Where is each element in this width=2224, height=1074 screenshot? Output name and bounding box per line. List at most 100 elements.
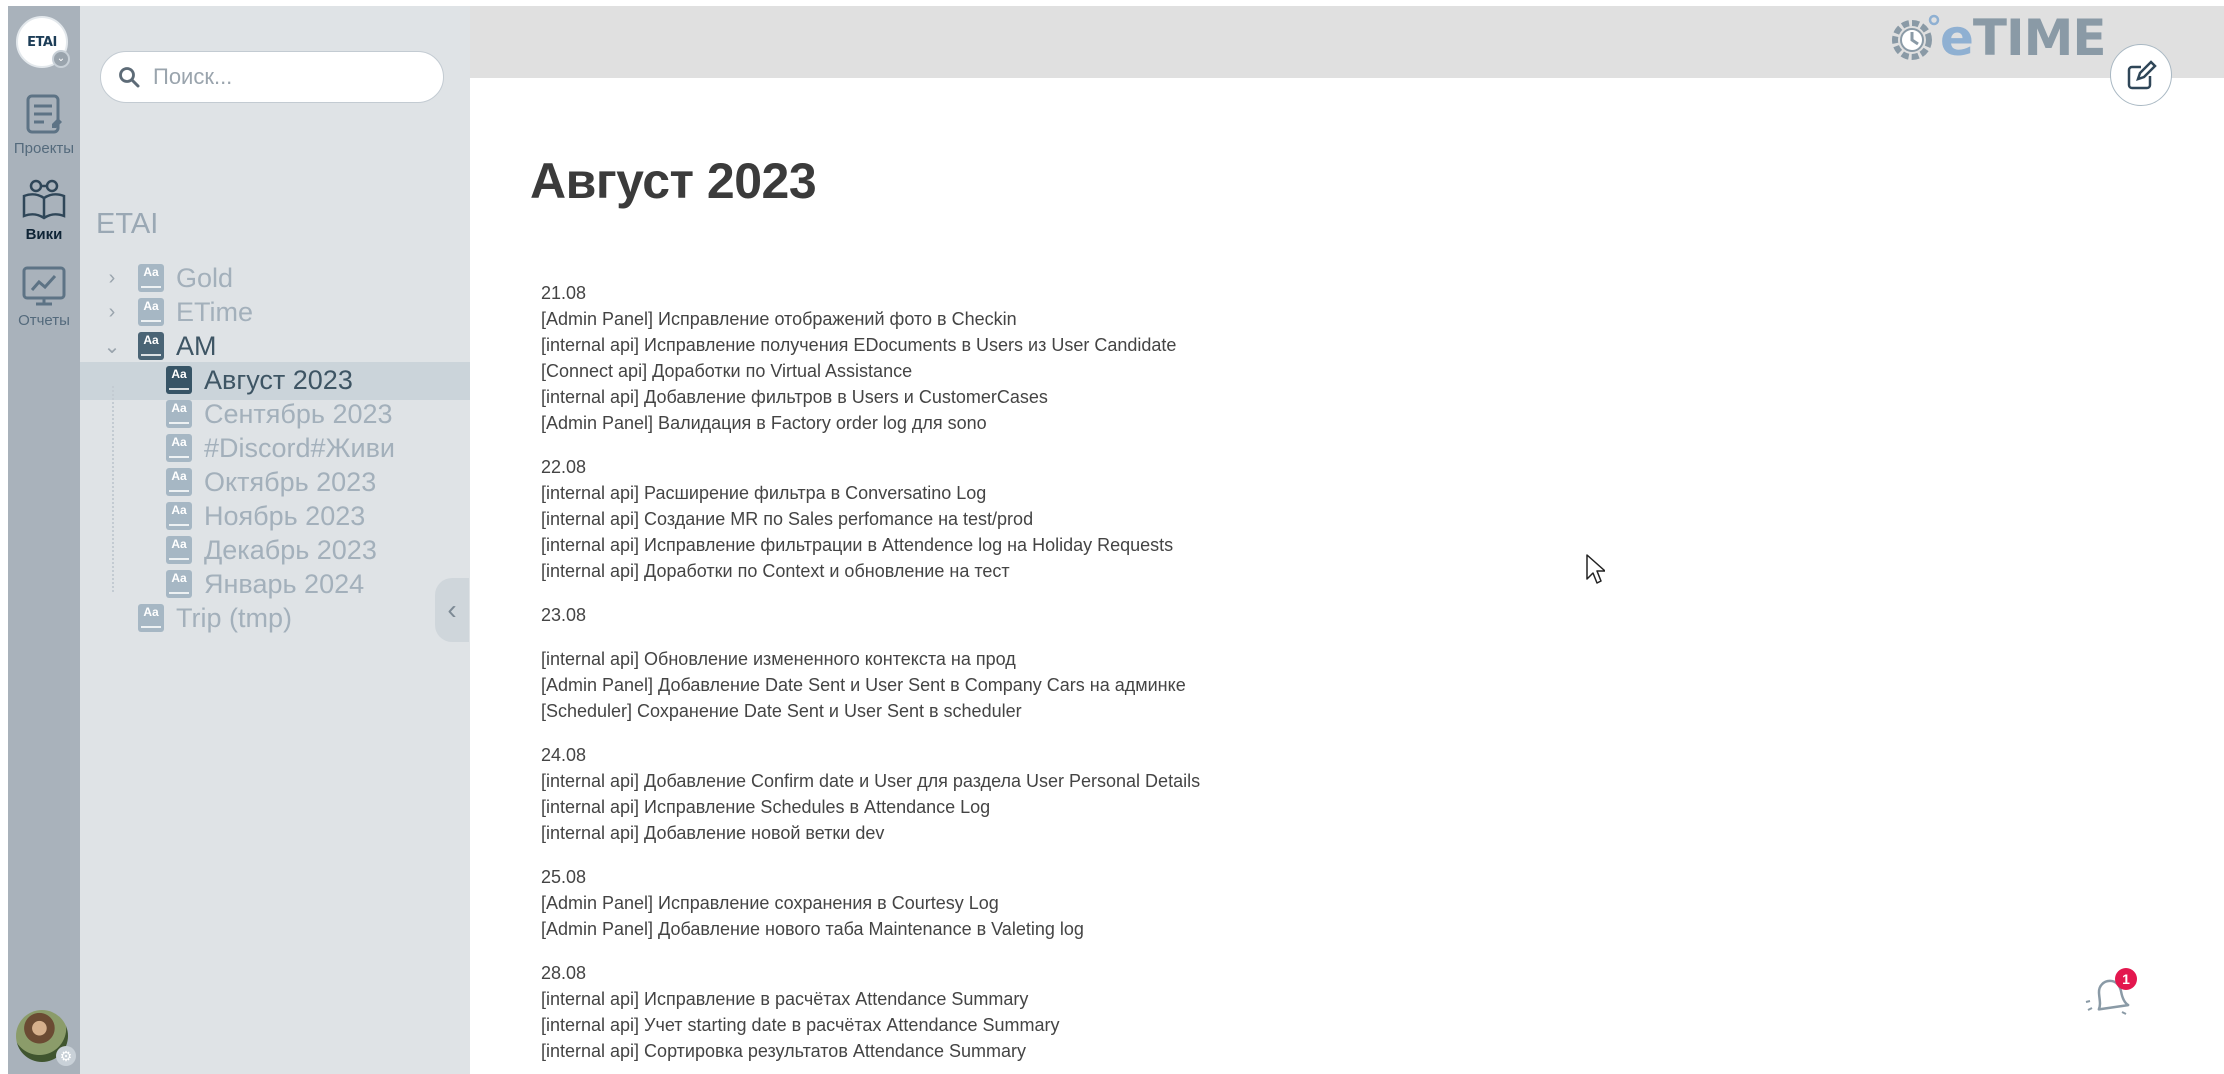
- tree-item-label: Январь 2024: [204, 568, 365, 599]
- day-block: 23.08 [internal api] Обновление измененн…: [541, 602, 1741, 724]
- entry-line: [Connect api] Доработки по Virtual Assis…: [541, 361, 913, 381]
- space-title: ETAI: [96, 208, 159, 240]
- workspace-switch-icon[interactable]: ⌄: [52, 50, 70, 68]
- entry-line: [internal api] Расширение фильтра в Conv…: [541, 483, 987, 503]
- tree-item-label: Сентябрь 2023: [204, 398, 393, 429]
- tree-item-august-2023[interactable]: Aa Август 2023: [166, 363, 353, 397]
- tree-item-label: Октябрь 2023: [204, 466, 377, 497]
- tree-item-etime[interactable]: ›: [102, 295, 122, 329]
- day-date: 23.08: [541, 605, 587, 625]
- day-block: 22.08 [internal api] Расширение фильтра …: [541, 454, 1741, 584]
- brand-name: eTIME: [1940, 9, 2107, 67]
- tree-item-december-2023[interactable]: Aa Декабрь 2023: [166, 533, 377, 567]
- entry-line: [internal api] Сортировка результатов At…: [541, 1041, 1026, 1061]
- collapse-sidebar-button[interactable]: ‹: [435, 578, 469, 642]
- page-icon: Aa: [166, 502, 192, 530]
- page-icon: Aa: [166, 434, 192, 462]
- tree-item-gold-link[interactable]: Aa Gold: [138, 261, 233, 295]
- page-icon: Aa: [138, 298, 164, 326]
- search-icon: [119, 67, 140, 88]
- entry-line: [Admin Panel] Валидация в Factory order …: [541, 413, 987, 433]
- page-icon: Aa: [166, 468, 192, 496]
- clock-gear-icon: [1892, 14, 1940, 60]
- day-date: 21.08: [541, 283, 587, 303]
- tree-item-discord[interactable]: Aa #Discord#Живи: [166, 431, 395, 465]
- entry-line: [internal api] Добавление новой ветки de…: [541, 823, 885, 843]
- brand-logo: eTIME: [1884, 9, 2107, 67]
- search-input[interactable]: [153, 64, 423, 90]
- tree-item-label: Ноябрь 2023: [204, 500, 366, 531]
- rail-label-wiki: Вики: [25, 226, 63, 243]
- entry-line: [Admin Panel] Добавление Date Sent и Use…: [541, 675, 1186, 695]
- day-date: 22.08: [541, 457, 587, 477]
- page-icon: Aa: [138, 264, 164, 292]
- wiki-icon: [22, 179, 66, 220]
- entry-line: [internal api] Исправление фильтрации в …: [541, 535, 1174, 555]
- mouse-cursor-icon: [1586, 554, 1605, 584]
- page-title: Август 2023: [530, 153, 817, 209]
- entry-line: [internal api] Обновление измененного ко…: [541, 649, 1016, 669]
- entry-line: [Scheduler] Сохранение Date Sent и User …: [541, 701, 1022, 721]
- tree-item-label: AM: [176, 330, 217, 361]
- day-block: 21.08 [Admin Panel] Исправление отображе…: [541, 280, 1741, 436]
- chevron-left-icon: ‹: [447, 594, 457, 625]
- page-body: 21.08 [Admin Panel] Исправление отображе…: [541, 280, 1741, 1074]
- tree-item-am-link[interactable]: Aa AM: [138, 329, 217, 363]
- entry-line: [Admin Panel] Исправление отображений фо…: [541, 309, 1017, 329]
- left-rail: ETAI ⌄ Проекты Вики Отчеты ⚙: [8, 6, 80, 1074]
- page-icon: Aa: [166, 570, 192, 598]
- chevron-down-icon[interactable]: ⌄: [102, 334, 122, 359]
- day-block: 24.08 [internal api] Добавление Confirm …: [541, 742, 1741, 846]
- entry-line: [Admin Panel] Исправление сохранения в C…: [541, 893, 999, 913]
- entry-line: [internal api] Исправление Schedules в A…: [541, 797, 991, 817]
- entry-line: [internal api] Создание MR по Sales perf…: [541, 509, 1034, 529]
- tree-item-label: Декабрь 2023: [204, 534, 377, 565]
- tree-item-september-2023[interactable]: Aa Сентябрь 2023: [166, 397, 393, 431]
- notification-badge: 1: [2115, 968, 2137, 990]
- rail-label-reports: Отчеты: [18, 312, 70, 329]
- tree-item-november-2023[interactable]: Aa Ноябрь 2023: [166, 499, 365, 533]
- search-box[interactable]: [100, 51, 444, 103]
- entry-line: [Admin Panel] Добавление нового таба Mai…: [541, 919, 1084, 939]
- tree-item-october-2023[interactable]: Aa Октябрь 2023: [166, 465, 376, 499]
- wiki-sidebar: ETAI › Aa Gold › Aa ETime ⌄ Aa AM Aa Авг…: [80, 6, 470, 1074]
- tree-item-label: Gold: [176, 262, 234, 293]
- day-block: 28.08 [internal api] Исправление в расчё…: [541, 960, 1741, 1064]
- entry-line: [internal api] Добавление фильтров в Use…: [541, 387, 1048, 407]
- day-date: 28.08: [541, 963, 587, 983]
- entry-line: [internal api] Доработки по Context и об…: [541, 561, 1010, 581]
- entry-line: [internal api] Добавление Confirm date и…: [541, 771, 1201, 791]
- entry-line: [internal api] Исправление в расчётах At…: [541, 989, 1029, 1009]
- page-icon: Aa: [138, 604, 164, 632]
- reports-icon: [22, 266, 66, 306]
- rail-item-reports[interactable]: Отчеты: [8, 262, 80, 329]
- page-icon: Aa: [138, 332, 164, 360]
- tree-item-label: #Discord#Живи: [204, 432, 395, 463]
- entry-line: [internal api] Исправление получения EDo…: [541, 335, 1177, 355]
- tree-item-january-2024[interactable]: Aa Январь 2024: [166, 567, 364, 601]
- tree-item-am[interactable]: ⌄: [102, 329, 122, 363]
- workspace-logo[interactable]: ETAI ⌄: [16, 16, 70, 68]
- tree-item-label: Trip (tmp): [176, 602, 292, 633]
- day-date: 25.08: [541, 867, 587, 887]
- page-icon: Aa: [166, 536, 192, 564]
- page-icon: Aa: [166, 366, 192, 394]
- app-window: ETAI ⌄ Проекты Вики Отчеты ⚙ Поиск... ET…: [0, 0, 2224, 1074]
- gear-icon[interactable]: ⚙: [56, 1046, 76, 1066]
- rail-item-wiki[interactable]: Вики: [8, 176, 80, 243]
- tree-item-gold[interactable]: ›: [102, 261, 122, 295]
- rail-item-projects[interactable]: Проекты: [8, 90, 80, 157]
- logo-text: ETAI: [27, 34, 57, 50]
- tree-guide-line: [112, 386, 114, 592]
- day-date: 24.08: [541, 745, 587, 765]
- day-block: 25.08 [Admin Panel] Исправление сохранен…: [541, 864, 1741, 942]
- chevron-right-icon[interactable]: ›: [102, 267, 122, 290]
- tree-item-label: ETime: [176, 296, 254, 327]
- rail-label-projects: Проекты: [13, 140, 75, 157]
- page-icon: Aa: [166, 400, 192, 428]
- chevron-right-icon[interactable]: ›: [102, 301, 122, 324]
- page-content: Август 2023 21.08 [Admin Panel] Исправле…: [470, 78, 2224, 1074]
- tree-item-trip[interactable]: Aa Trip (tmp): [138, 601, 292, 635]
- tree-item-etime-link[interactable]: Aa ETime: [138, 295, 253, 329]
- entry-line: [internal api] Учет starting date в расч…: [541, 1015, 1060, 1035]
